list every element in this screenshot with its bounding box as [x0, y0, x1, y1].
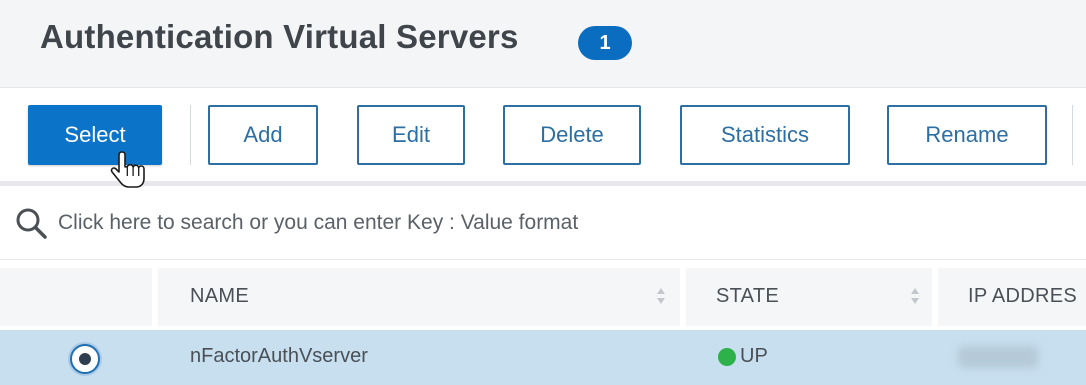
table-row[interactable]: nFactorAuthVserver UP	[0, 330, 1086, 385]
hand-pointer-icon	[110, 151, 145, 188]
page: Authentication Virtual Servers 1 Select …	[0, 0, 1086, 385]
count-badge: 1	[578, 26, 632, 60]
search-icon[interactable]	[14, 206, 48, 240]
page-title: Authentication Virtual Servers	[40, 18, 519, 55]
delete-button[interactable]: Delete	[503, 105, 641, 165]
rename-button[interactable]: Rename	[887, 105, 1047, 165]
column-header-ip-address[interactable]: IP ADDRES	[938, 268, 1086, 326]
toolbar-divider	[190, 105, 191, 165]
column-header-state[interactable]: STATE	[686, 268, 932, 326]
ip-address-redacted	[958, 346, 1038, 368]
state-up-icon	[718, 348, 736, 366]
add-button[interactable]: Add	[208, 105, 318, 165]
column-header-select	[0, 268, 152, 326]
statistics-button[interactable]: Statistics	[680, 105, 850, 165]
sort-icon[interactable]	[910, 287, 920, 305]
row-select-radio[interactable]	[70, 344, 100, 374]
toolbar: Select Add Edit Delete Statistics Rename	[0, 88, 1086, 182]
row-name: nFactorAuthVserver	[190, 345, 368, 367]
search-bar	[0, 186, 1086, 260]
radio-selected-dot	[79, 353, 91, 365]
column-header-name-label: NAME	[190, 285, 249, 307]
table-header: NAME STATE IP ADDRES	[0, 268, 1086, 326]
search-input[interactable]	[58, 204, 958, 242]
row-state: UP	[740, 345, 768, 367]
toolbar-divider	[1072, 105, 1073, 165]
column-header-ip-label: IP ADDRES	[968, 285, 1078, 307]
column-header-name[interactable]: NAME	[158, 268, 680, 326]
edit-button[interactable]: Edit	[357, 105, 465, 165]
column-header-state-label: STATE	[716, 285, 779, 307]
sort-icon[interactable]	[656, 287, 666, 305]
page-header: Authentication Virtual Servers 1	[0, 0, 1086, 88]
